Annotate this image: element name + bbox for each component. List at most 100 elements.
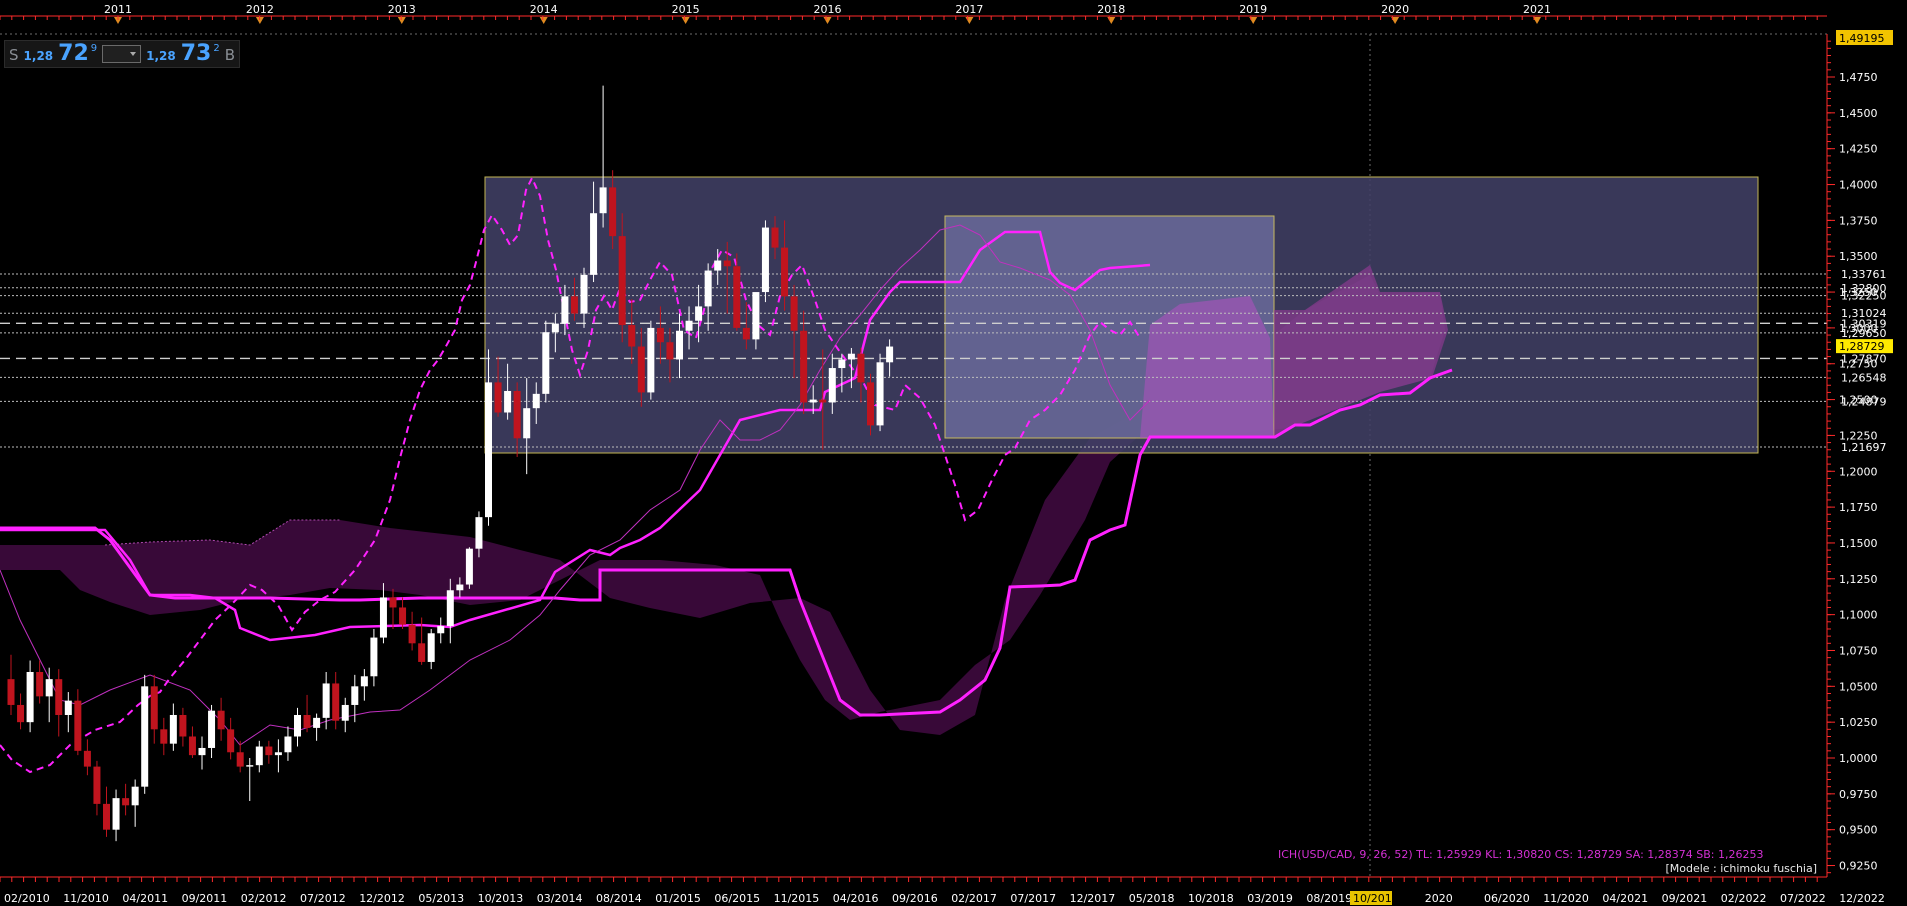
- buy-price-pip: 2: [213, 43, 220, 54]
- x-tick-label: 02/2022: [1721, 892, 1767, 905]
- y-tick-label: 1,0500: [1839, 680, 1878, 693]
- last-price-label: 1,28729: [1839, 340, 1885, 353]
- candle-body: [876, 362, 884, 426]
- candle-body: [867, 382, 874, 426]
- sell-side-label[interactable]: S: [9, 46, 19, 64]
- candle-body: [246, 765, 254, 767]
- y-tick-label: 1,2250: [1839, 429, 1878, 442]
- x-tick-label: 08/2019: [1306, 892, 1352, 905]
- candle-body: [809, 399, 817, 403]
- candle-body: [55, 679, 63, 715]
- y-tick-label: 1,3750: [1839, 214, 1878, 227]
- y-tick-label: 1,0000: [1839, 752, 1878, 765]
- candle-body: [532, 393, 540, 409]
- cursor-x-label: 10/2019: [1353, 892, 1399, 905]
- candle-body: [886, 346, 894, 363]
- candle-body: [179, 714, 187, 737]
- candle: [761, 220, 769, 303]
- sell-price-prefix: 1,28: [23, 49, 54, 63]
- ichimoku-chart[interactable]: 1,337611,328001,322501,310241,303191,296…: [0, 0, 1907, 906]
- model-label: [Modele : ichimoku fuschia]: [1665, 862, 1817, 875]
- y-tick-label: 1,1000: [1839, 609, 1878, 622]
- candle-body: [131, 786, 139, 806]
- candle-body: [64, 700, 72, 715]
- candle-body: [122, 798, 130, 806]
- candle-body: [752, 292, 760, 340]
- candle-body: [647, 327, 655, 393]
- price-ticker: S 1,28 72 9 1,28 73 2 B: [4, 40, 240, 68]
- indicator-info: ICH(USD/CAD, 9, 26, 52) TL: 1,25929 KL: …: [1278, 848, 1764, 861]
- candle-body: [150, 686, 158, 730]
- candle-body: [523, 408, 531, 439]
- candle-body: [284, 736, 292, 753]
- x-tick-label: 2020: [1425, 892, 1453, 905]
- candle-body: [800, 330, 808, 403]
- level-label: 1,21697: [1841, 441, 1887, 454]
- x-tick-label: 03/2014: [537, 892, 583, 905]
- y-tick-label: 1,3500: [1839, 250, 1878, 263]
- buy-price[interactable]: 73: [181, 43, 212, 65]
- candle-body: [485, 382, 492, 518]
- top-price-label: 1,49195: [1839, 32, 1885, 45]
- year-label: 2018: [1097, 3, 1125, 16]
- candle-body: [465, 548, 473, 585]
- x-tick-label: 09/2021: [1662, 892, 1708, 905]
- candle-body: [36, 671, 44, 697]
- y-tick-label: 1,0250: [1839, 716, 1878, 729]
- x-tick-label: 10/2018: [1188, 892, 1234, 905]
- y-tick-label: 1,1250: [1839, 573, 1878, 586]
- candle-body: [570, 296, 578, 314]
- candle-body: [437, 626, 445, 634]
- candle-body: [351, 686, 359, 705]
- candle-body: [274, 752, 282, 756]
- x-tick-label: 03/2019: [1247, 892, 1293, 905]
- candle-body: [112, 798, 120, 830]
- y-tick-label: 1,1750: [1839, 501, 1878, 514]
- candle-body: [341, 704, 349, 721]
- candle-body: [580, 274, 588, 314]
- candle-body: [704, 270, 712, 307]
- year-label: 2012: [246, 3, 274, 16]
- candle-body: [294, 714, 301, 737]
- y-tick-label: 1,4500: [1839, 107, 1878, 120]
- candle-body: [847, 353, 855, 360]
- candle-body: [590, 213, 598, 275]
- candle-body: [742, 327, 750, 340]
- x-tick-label: 02/2010: [4, 892, 50, 905]
- y-tick-label: 1,4000: [1839, 179, 1878, 192]
- x-tick-label: 11/2010: [63, 892, 109, 905]
- x-tick-label: 12/2017: [1070, 892, 1116, 905]
- y-tick-label: 1,2500: [1839, 394, 1878, 407]
- candle-body: [819, 399, 827, 403]
- candle-body: [227, 729, 235, 753]
- candle-body: [790, 296, 798, 331]
- x-tick-label: 11/2015: [774, 892, 820, 905]
- candle-body: [714, 260, 722, 271]
- level-label: 1,33761: [1841, 268, 1887, 281]
- candle: [647, 320, 655, 400]
- candle-body: [494, 382, 502, 413]
- candle-body: [322, 683, 330, 718]
- x-tick-label: 12/2022: [1839, 892, 1885, 905]
- year-label: 2017: [955, 3, 983, 16]
- candle-body: [561, 296, 569, 324]
- year-label: 2020: [1381, 3, 1409, 16]
- x-tick-label: 05/2018: [1129, 892, 1175, 905]
- candle-body: [408, 624, 416, 644]
- candle-body: [332, 683, 340, 721]
- x-tick-label: 01/2015: [655, 892, 701, 905]
- buy-side-label[interactable]: B: [225, 46, 235, 64]
- candle-body: [7, 679, 15, 705]
- quantity-dropdown[interactable]: [102, 45, 142, 63]
- candle-body: [17, 704, 25, 723]
- candle-body: [599, 187, 607, 214]
- sell-price[interactable]: 72: [58, 43, 89, 65]
- x-tick-label: 06/2020: [1484, 892, 1530, 905]
- candle-body: [313, 717, 321, 728]
- candle-body: [609, 187, 617, 237]
- candle-body: [723, 260, 731, 267]
- x-tick-label: 09/2016: [892, 892, 938, 905]
- candle-body: [551, 323, 559, 333]
- x-tick-label: 12/2012: [359, 892, 405, 905]
- candle: [141, 674, 149, 794]
